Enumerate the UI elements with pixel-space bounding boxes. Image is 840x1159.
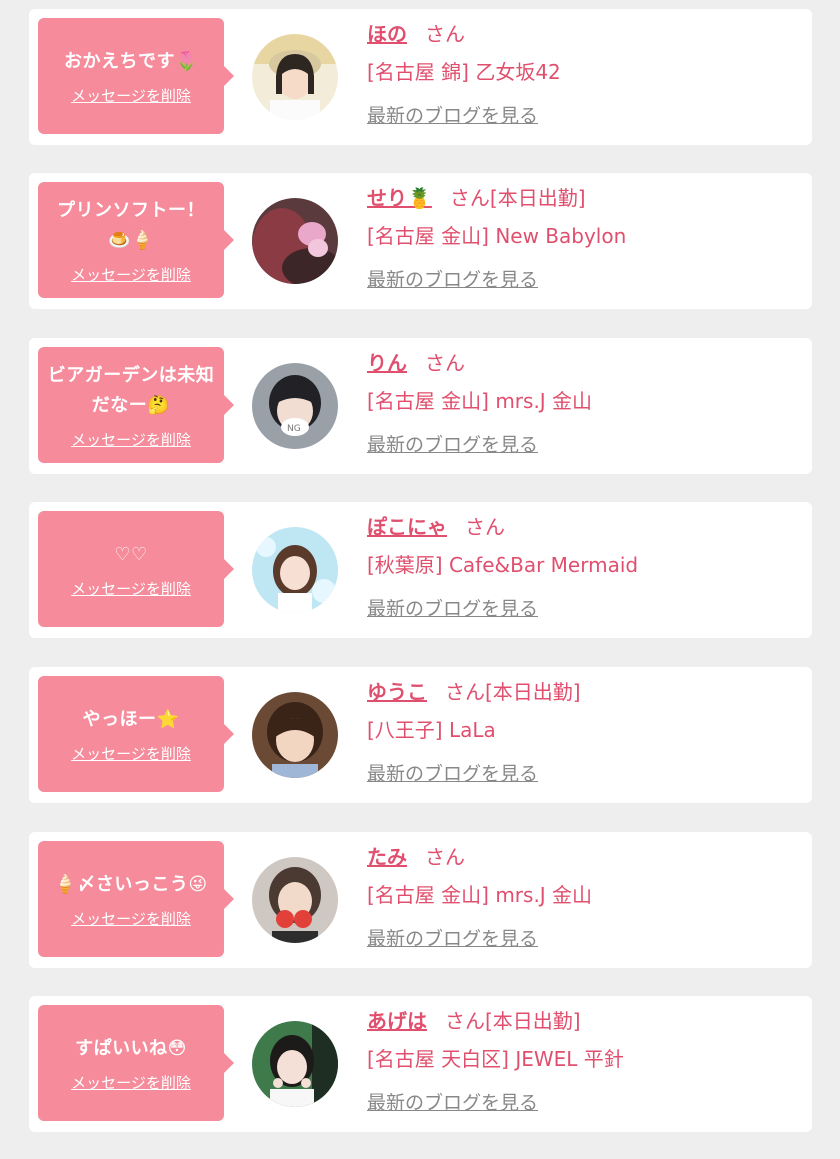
- message-text: ♡♡: [114, 543, 148, 565]
- message-card: やっほー⭐ メッセージを削除 ゆうこ さん[本日出勤] [八王子] LaLa 最新…: [29, 667, 812, 803]
- message-bubble: ビアガーデンは未知だなー🤔 メッセージを削除: [38, 347, 234, 463]
- name-line: たみ さん: [367, 842, 802, 872]
- message-card: プリンソフトー！🍮🍦 メッセージを削除 せり🍍 さん[本日出勤] [名古屋 金山]…: [29, 173, 812, 309]
- entry-info: せり🍍 さん[本日出勤] [名古屋 金山] New Babylon 最新のブログを…: [367, 183, 802, 292]
- shop-text: [名古屋 金山] New Babylon: [367, 224, 627, 248]
- name-suffix: さん: [465, 515, 505, 539]
- latest-blog-link[interactable]: 最新のブログを見る: [367, 924, 538, 951]
- entry-info: ゆうこ さん[本日出勤] [八王子] LaLa 最新のブログを見る: [367, 677, 802, 786]
- user-name-link[interactable]: ゆうこ: [367, 680, 427, 704]
- latest-blog-link[interactable]: 最新のブログを見る: [367, 101, 538, 128]
- name-line: ゆうこ さん[本日出勤]: [367, 677, 802, 707]
- delete-message-link[interactable]: メッセージを削除: [71, 429, 191, 450]
- shop-text: [名古屋 天白区] JEWEL 平針: [367, 1047, 624, 1071]
- entry-info: ほの さん [名古屋 錦] 乙女坂42 最新のブログを見る: [367, 19, 802, 128]
- message-bubble: プリンソフトー！🍮🍦 メッセージを削除: [38, 182, 234, 298]
- entry-info: ぽこにゃ さん [秋葉原] Cafe&Bar Mermaid 最新のブログを見る: [367, 512, 802, 621]
- latest-blog-link[interactable]: 最新のブログを見る: [367, 265, 538, 292]
- name-line: せり🍍 さん[本日出勤]: [367, 183, 802, 213]
- user-name-link[interactable]: あげは: [367, 1009, 427, 1033]
- avatar[interactable]: [252, 198, 338, 284]
- name-suffix: さん[本日出勤]: [445, 1009, 581, 1033]
- message-card: ♡♡ メッセージを削除 ぽこにゃ さん [秋葉原] Cafe&Bar Mermai…: [29, 502, 812, 638]
- name-suffix: さん[本日出勤]: [445, 680, 581, 704]
- user-name-link[interactable]: せり🍍: [367, 186, 432, 210]
- name-suffix: さん: [425, 22, 465, 46]
- delete-message-link[interactable]: メッセージを削除: [71, 908, 191, 929]
- user-name-link[interactable]: たみ: [367, 845, 407, 869]
- name-suffix: さん: [425, 351, 465, 375]
- latest-blog-link[interactable]: 最新のブログを見る: [367, 759, 538, 786]
- name-line: ほの さん: [367, 19, 802, 49]
- delete-message-link[interactable]: メッセージを削除: [71, 264, 191, 285]
- shop-text: [名古屋 錦] 乙女坂42: [367, 60, 561, 84]
- entry-info: たみ さん [名古屋 金山] mrs.J 金山 最新のブログを見る: [367, 842, 802, 951]
- name-line: あげは さん[本日出勤]: [367, 1006, 802, 1036]
- message-text: すぱいいね😳: [75, 1037, 187, 1059]
- message-bubble: ♡♡ メッセージを削除: [38, 511, 234, 627]
- avatar[interactable]: [252, 1021, 338, 1107]
- message-card: おかえちです🌷 メッセージを削除 ほの さん [名古屋 錦] 乙女坂42 最新のブ…: [29, 9, 812, 145]
- message-list: おかえちです🌷 メッセージを削除 ほの さん [名古屋 錦] 乙女坂42 最新のブ…: [0, 0, 840, 1159]
- avatar[interactable]: [252, 527, 338, 613]
- latest-blog-link[interactable]: 最新のブログを見る: [367, 430, 538, 457]
- user-name-link[interactable]: りん: [367, 351, 407, 375]
- name-suffix: さん: [425, 845, 465, 869]
- user-name-link[interactable]: ほの: [367, 22, 407, 46]
- message-bubble: やっほー⭐ メッセージを削除: [38, 676, 234, 792]
- shop-text: [秋葉原] Cafe&Bar Mermaid: [367, 553, 639, 577]
- message-bubble: 🍦〆さいっこう😜 メッセージを削除: [38, 841, 234, 957]
- message-text: 🍦〆さいっこう😜: [54, 873, 208, 895]
- message-bubble: おかえちです🌷 メッセージを削除: [38, 18, 234, 134]
- delete-message-link[interactable]: メッセージを削除: [71, 743, 191, 764]
- entry-info: りん さん [名古屋 金山] mrs.J 金山 最新のブログを見る: [367, 348, 802, 457]
- shop-text: [八王子] LaLa: [367, 718, 496, 742]
- delete-message-link[interactable]: メッセージを削除: [71, 578, 191, 599]
- message-card: 🍦〆さいっこう😜 メッセージを削除 たみ さん [名古屋 金山] mrs.J 金山…: [29, 832, 812, 968]
- message-text: やっほー⭐: [82, 708, 180, 730]
- entry-info: あげは さん[本日出勤] [名古屋 天白区] JEWEL 平針 最新のブログを見る: [367, 1006, 802, 1115]
- svg-text:NG: NG: [287, 424, 301, 434]
- message-card: ビアガーデンは未知だなー🤔 メッセージを削除 NG りん さん [名古屋 金山] …: [29, 338, 812, 474]
- latest-blog-link[interactable]: 最新のブログを見る: [367, 594, 538, 621]
- message-text: ビアガーデンは未知だなー🤔: [47, 364, 215, 416]
- shop-text: [名古屋 金山] mrs.J 金山: [367, 389, 593, 413]
- avatar[interactable]: [252, 692, 338, 778]
- avatar[interactable]: [252, 34, 338, 120]
- name-line: りん さん: [367, 348, 802, 378]
- user-name-link[interactable]: ぽこにゃ: [367, 515, 447, 539]
- avatar[interactable]: NG: [252, 363, 338, 449]
- message-text: プリンソフトー！🍮🍦: [57, 199, 205, 251]
- name-suffix: さん[本日出勤]: [449, 186, 586, 210]
- delete-message-link[interactable]: メッセージを削除: [71, 1072, 191, 1093]
- delete-message-link[interactable]: メッセージを削除: [71, 85, 191, 106]
- message-bubble: すぱいいね😳 メッセージを削除: [38, 1005, 234, 1121]
- shop-text: [名古屋 金山] mrs.J 金山: [367, 883, 593, 907]
- message-text: おかえちです🌷: [64, 50, 198, 72]
- message-card: すぱいいね😳 メッセージを削除 あげは さん[本日出勤] [名古屋 天白区] JE…: [29, 996, 812, 1132]
- latest-blog-link[interactable]: 最新のブログを見る: [367, 1088, 538, 1115]
- avatar[interactable]: [252, 857, 338, 943]
- name-line: ぽこにゃ さん: [367, 512, 802, 542]
